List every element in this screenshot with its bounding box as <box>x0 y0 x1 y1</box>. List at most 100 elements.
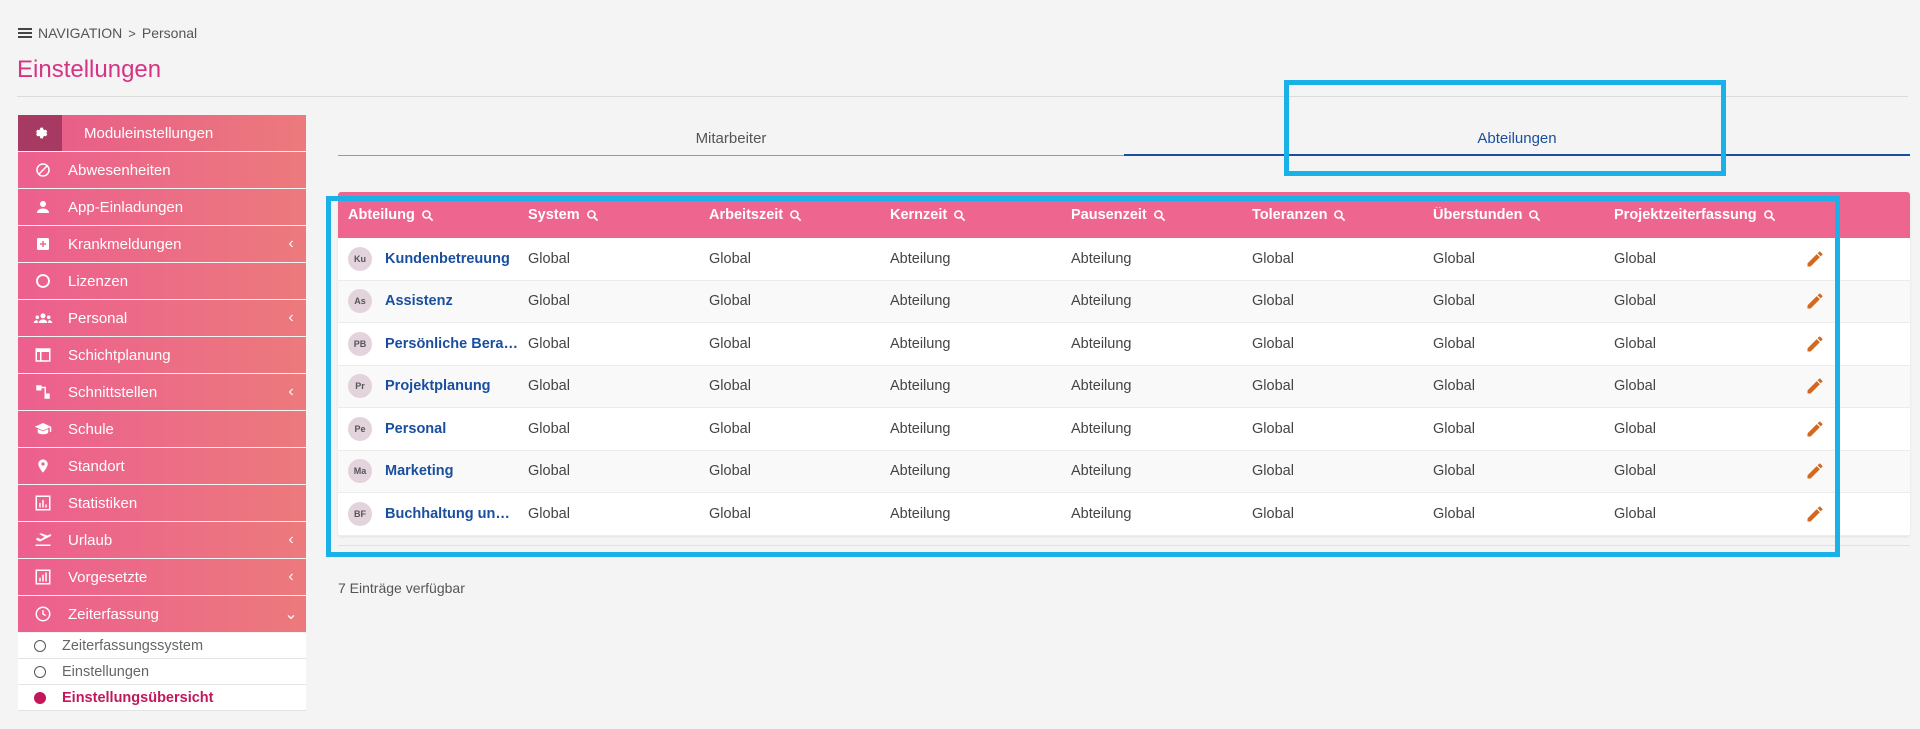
sidebar-item-schnittstellen[interactable]: Schnittstellen ‹ <box>18 374 306 410</box>
footer-divider <box>338 545 1910 546</box>
column-header-pausenzeit[interactable]: Pausenzeit <box>1061 207 1242 223</box>
column-header-abteilung[interactable]: Abteilung <box>338 207 518 223</box>
cell-abteilung: Ma Marketing <box>338 459 518 484</box>
cell-kernzeit: Abteilung <box>890 505 951 522</box>
table-row: BF Buchhaltung und … Global Global Abteilung… <box>338 493 1910 536</box>
sidebar-sublist: Zeiterfassungssystem Einstellungen Einstel… <box>18 633 306 711</box>
column-header-label: Abteilung <box>348 207 415 223</box>
column-header-kernzeit[interactable]: Kernzeit <box>880 207 1061 223</box>
cell-projektzeiterfassung: Global <box>1614 378 1656 395</box>
menu-icon[interactable] <box>18 28 32 38</box>
column-header-toleranzen[interactable]: Toleranzen <box>1242 207 1423 223</box>
breadcrumb-current: Personal <box>141 25 198 41</box>
department-link[interactable]: Projektplanung <box>385 378 491 394</box>
sidebar-item-label: Schnittstellen <box>68 383 158 401</box>
search-icon[interactable] <box>1528 209 1541 222</box>
title-divider <box>17 96 1908 97</box>
column-header-arbeitszeit[interactable]: Arbeitszeit <box>699 207 880 223</box>
breadcrumb-root[interactable]: NAVIGATION <box>38 25 122 41</box>
avatar: Ku <box>348 246 372 271</box>
cell-abteilung: Ku Kundenbetreuung <box>338 246 518 271</box>
clock-icon <box>18 596 68 632</box>
search-icon[interactable] <box>1333 209 1346 222</box>
search-icon[interactable] <box>1153 209 1166 222</box>
edit-icon[interactable] <box>1805 249 1825 269</box>
edit-icon[interactable] <box>1805 376 1825 396</box>
column-header-system[interactable]: System <box>518 207 699 223</box>
cell-kernzeit: Abteilung <box>890 335 951 352</box>
edit-icon[interactable] <box>1805 291 1825 311</box>
sidebar-item-zeiterfassung[interactable]: Zeiterfassung ⌄ <box>18 596 306 632</box>
search-icon[interactable] <box>789 209 802 222</box>
sidebar-item-schichtplanung[interactable]: Schichtplanung <box>18 337 306 373</box>
tab-abteilungen[interactable]: Abteilungen <box>1124 122 1910 156</box>
edit-icon[interactable] <box>1805 419 1825 439</box>
sidebar-subitem-einstellungen[interactable]: Einstellungen <box>18 659 306 685</box>
sidebar-item-label: Vorgesetzte <box>68 568 148 586</box>
sidebar-subitem-zeiterfassungssystem[interactable]: Zeiterfassungssystem <box>18 633 306 659</box>
cell-actions <box>1785 419 1845 439</box>
table-row: Ma Marketing Global Global Abteilung Abteilun… <box>338 450 1910 493</box>
column-header-label: Pausenzeit <box>1071 207 1147 223</box>
cell-pausenzeit: Abteilung <box>1071 293 1132 310</box>
cell-arbeitszeit: Global <box>709 378 751 395</box>
cell-pausenzeit: Abteilung <box>1071 463 1132 480</box>
cell-arbeitszeit: Global <box>709 250 751 267</box>
cell-actions <box>1785 461 1845 481</box>
cell-system: Global <box>528 420 570 437</box>
sidebar-header-moduleinstellungen[interactable]: Moduleinstellungen <box>18 115 306 151</box>
department-link[interactable]: Personal <box>385 421 446 437</box>
sidebar-item-statistiken[interactable]: Statistiken <box>18 485 306 521</box>
cell-actions <box>1785 504 1845 524</box>
sidebar-item-urlaub[interactable]: Urlaub ‹ <box>18 522 306 558</box>
cell-ueberstunden: Global <box>1433 335 1475 352</box>
column-header-label: Überstunden <box>1433 207 1523 223</box>
edit-icon[interactable] <box>1805 461 1825 481</box>
department-link[interactable]: Persönliche Berat… <box>385 336 518 352</box>
sidebar-item-lizenzen[interactable]: Lizenzen <box>18 263 306 299</box>
cell-arbeitszeit: Global <box>709 335 751 352</box>
table-row: PB Persönliche Berat… Global Global Abteilun… <box>338 323 1910 366</box>
edit-icon[interactable] <box>1805 504 1825 524</box>
radio-empty-icon <box>34 639 46 652</box>
search-icon[interactable] <box>1763 209 1776 222</box>
cell-pausenzeit: Abteilung <box>1071 378 1132 395</box>
column-header-label: System <box>528 207 580 223</box>
sidebar-subitem-einstellungsuebersicht[interactable]: Einstellungsübersicht <box>18 685 306 711</box>
cell-system: Global <box>528 250 570 267</box>
sidebar-item-standort[interactable]: Standort <box>18 448 306 484</box>
department-link[interactable]: Kundenbetreuung <box>385 251 510 267</box>
cell-toleranzen: Global <box>1252 420 1294 437</box>
sidebar-item-vorgesetzte[interactable]: Vorgesetzte ‹ <box>18 559 306 595</box>
search-icon[interactable] <box>953 209 966 222</box>
avatar: Pe <box>348 416 372 441</box>
cell-kernzeit: Abteilung <box>890 250 951 267</box>
radio-filled-icon <box>34 691 46 704</box>
department-link[interactable]: Marketing <box>385 463 454 479</box>
department-link[interactable]: Buchhaltung und … <box>385 506 518 522</box>
sidebar-subitem-label: Einstellungen <box>62 663 150 680</box>
avatar: As <box>348 289 372 314</box>
sidebar-item-abwesenheiten[interactable]: Abwesenheiten <box>18 152 306 188</box>
school-icon <box>18 411 68 447</box>
cell-abteilung: Pr Projektplanung <box>338 374 518 399</box>
column-header-ueberstunden[interactable]: Überstunden <box>1423 207 1604 223</box>
sidebar-item-personal[interactable]: Personal ‹ <box>18 300 306 336</box>
sidebar-subitem-label: Zeiterfassungssystem <box>62 637 204 654</box>
sidebar-item-schule[interactable]: Schule <box>18 411 306 447</box>
search-icon[interactable] <box>586 209 599 222</box>
cell-toleranzen: Global <box>1252 463 1294 480</box>
sidebar-item-label: Personal <box>68 309 128 327</box>
sidebar-item-app-einladungen[interactable]: App-Einladungen <box>18 189 306 225</box>
department-link[interactable]: Assistenz <box>385 293 453 309</box>
edit-icon[interactable] <box>1805 334 1825 354</box>
tab-mitarbeiter[interactable]: Mitarbeiter <box>338 122 1124 156</box>
sidebar: Moduleinstellungen Abwesenheiten App-Einla… <box>18 115 306 711</box>
avatar: PB <box>348 331 372 356</box>
column-header-projektzeiterfassung[interactable]: Projektzeiterfassung <box>1604 207 1785 223</box>
search-icon[interactable] <box>421 209 434 222</box>
sidebar-item-krankmeldungen[interactable]: Krankmeldungen ‹ <box>18 226 306 262</box>
location-icon <box>18 448 68 484</box>
cell-abteilung: Pe Personal <box>338 416 518 441</box>
cell-kernzeit: Abteilung <box>890 293 951 310</box>
